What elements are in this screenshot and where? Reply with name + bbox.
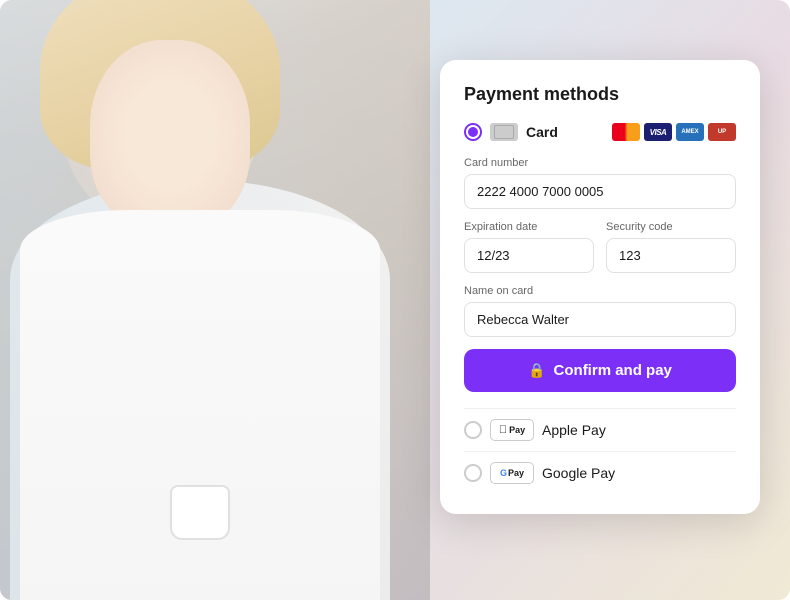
apple-pay-label: Apple Pay xyxy=(542,422,606,438)
lock-icon: 🔒 xyxy=(528,362,545,379)
payment-panel: Payment methods Card VISA AMEX UP Card n… xyxy=(440,60,760,514)
card-option-label: Card xyxy=(526,124,612,140)
face xyxy=(90,40,250,230)
visa-logo: VISA xyxy=(644,123,672,141)
google-icon: G xyxy=(500,468,507,478)
google-pay-option[interactable]: G Pay Google Pay xyxy=(464,451,736,494)
card-number-group: Card number xyxy=(464,157,736,209)
expiration-label: Expiration date xyxy=(464,221,594,233)
mug xyxy=(170,485,230,540)
card-radio[interactable] xyxy=(464,123,482,141)
card-payment-option[interactable]: Card VISA AMEX UP xyxy=(464,123,736,141)
confirm-pay-label: Confirm and pay xyxy=(554,362,672,379)
card-number-label: Card number xyxy=(464,157,736,169)
security-code-input[interactable] xyxy=(606,238,736,273)
apple-pay-badge:  Pay xyxy=(490,419,534,441)
panel-title: Payment methods xyxy=(464,84,736,105)
expiration-input[interactable] xyxy=(464,238,594,273)
shirt xyxy=(20,210,380,600)
expiry-security-row: Expiration date Security code xyxy=(464,221,736,285)
expiration-group: Expiration date xyxy=(464,221,594,273)
apple-pay-option[interactable]:  Pay Apple Pay xyxy=(464,408,736,451)
google-pay-label: Google Pay xyxy=(542,465,615,481)
google-pay-badge: G Pay xyxy=(490,462,534,484)
name-on-card-input[interactable] xyxy=(464,302,736,337)
card-chip-icon xyxy=(490,123,518,141)
unionpay-logo: UP xyxy=(708,123,736,141)
card-radio-inner xyxy=(468,127,478,137)
security-code-group: Security code xyxy=(606,221,736,273)
google-pay-radio[interactable] xyxy=(464,464,482,482)
name-on-card-group: Name on card xyxy=(464,285,736,337)
mastercard-logo xyxy=(612,123,640,141)
card-number-input[interactable] xyxy=(464,174,736,209)
card-logos: VISA AMEX UP xyxy=(612,123,736,141)
confirm-pay-button[interactable]: 🔒 Confirm and pay xyxy=(464,349,736,392)
security-code-label: Security code xyxy=(606,221,736,233)
apple-icon:  xyxy=(499,424,507,436)
apple-pay-radio[interactable] xyxy=(464,421,482,439)
amex-logo: AMEX xyxy=(676,123,704,141)
name-on-card-label: Name on card xyxy=(464,285,736,297)
